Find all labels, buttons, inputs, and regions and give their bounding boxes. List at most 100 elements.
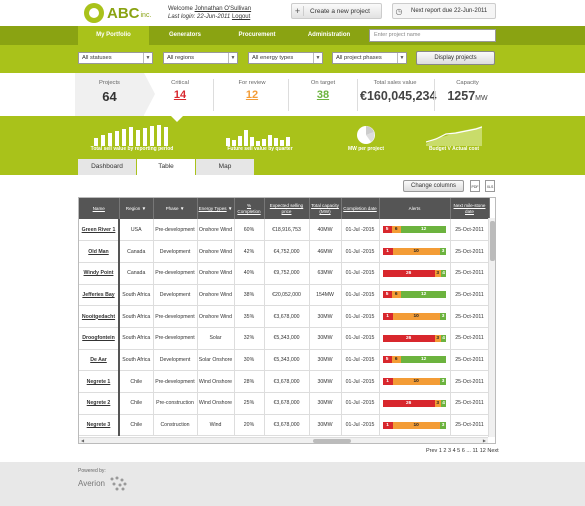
alert-critical[interactable]: 1 — [382, 378, 393, 386]
scroll-thumb[interactable] — [490, 221, 495, 261]
filter-icon[interactable]: ▼ — [180, 206, 185, 211]
alert-critical[interactable]: 26 — [382, 334, 435, 342]
alert-ontarget[interactable]: 12 — [400, 291, 447, 299]
stat-for-review[interactable]: For review 12 — [222, 73, 282, 116]
alert-review[interactable]: 6 — [391, 226, 401, 234]
alert-ontarget[interactable]: 3 — [439, 248, 447, 256]
alert-critical[interactable]: 5 — [382, 356, 392, 364]
logo[interactable]: ABC inc. — [84, 3, 151, 23]
alert-ontarget[interactable]: 4 — [440, 269, 447, 277]
scroll-thumb[interactable] — [313, 439, 351, 443]
table-row[interactable]: Droogfontein South Africa Pre-development S… — [79, 327, 490, 350]
region-select[interactable]: All regions ▼ — [163, 52, 238, 64]
col-header-name[interactable]: Name — [79, 198, 120, 219]
alert-bar[interactable]: 1 10 3 — [382, 313, 447, 321]
filter-icon[interactable]: ▼ — [228, 206, 233, 211]
alert-review[interactable]: 10 — [392, 378, 440, 386]
col-header-next[interactable]: Next mile-stone date — [450, 198, 490, 219]
alert-critical[interactable]: 5 — [382, 226, 392, 234]
status-select[interactable]: All statuses ▼ — [78, 52, 153, 64]
horizontal-scrollbar[interactable]: ◀ ▶ — [79, 437, 488, 443]
pdf-export-icon[interactable]: PDF — [470, 180, 480, 192]
scroll-left-icon[interactable]: ◀ — [81, 438, 84, 443]
project-name-link[interactable]: Green River 1 — [79, 219, 120, 242]
table-row[interactable]: Jefferies Bay South Africa Development Onsh… — [79, 284, 490, 307]
col-header-price[interactable]: Expected selling price — [264, 198, 310, 219]
budget-chart[interactable]: Budget V Actual cost — [424, 124, 484, 152]
alert-ontarget[interactable]: 12 — [400, 226, 447, 234]
col-header-date[interactable]: Completion date — [341, 198, 380, 219]
nav-administration[interactable]: Administration — [293, 26, 365, 45]
alert-review[interactable]: 6 — [391, 291, 401, 299]
user-name-link[interactable]: Johnathan O'Sullivan — [195, 6, 252, 12]
future-sell-chart[interactable]: Future sell value by quarter — [224, 124, 296, 152]
table-row[interactable]: Negrete 2 Chile Pre-construction Wind Onsho… — [79, 392, 490, 415]
alert-ontarget[interactable]: 3 — [439, 421, 447, 429]
project-name-link[interactable]: Nooitgedacht — [79, 305, 120, 328]
col-header-completion[interactable]: % Completion — [234, 198, 265, 219]
nav-my-portfolio[interactable]: My Portfolio — [78, 26, 149, 45]
project-name-link[interactable]: Negrete 3 — [79, 414, 120, 437]
table-row[interactable]: Windy Point Canada Pre-development Onshore … — [79, 262, 490, 285]
vertical-scrollbar[interactable] — [488, 218, 495, 437]
alert-critical[interactable]: 1 — [382, 421, 393, 429]
phase-select[interactable]: All project phases ▼ — [332, 52, 407, 64]
alert-bar[interactable]: 5 6 12 — [382, 226, 447, 234]
alert-critical[interactable]: 26 — [382, 269, 435, 277]
project-name-link[interactable]: Jefferies Bay — [79, 284, 120, 307]
scroll-right-icon[interactable]: ▶ — [483, 438, 486, 443]
pagination[interactable]: Prev 1 2 3 4 5 6 ... 11 12 Next — [426, 448, 499, 454]
table-row[interactable]: Negrete 1 Chile Pre-development Wind Onshor… — [79, 370, 490, 393]
energy-select[interactable]: All energy types ▼ — [248, 52, 323, 64]
alert-critical[interactable]: 26 — [382, 399, 435, 407]
alert-bar[interactable]: 1 10 3 — [382, 248, 447, 256]
alert-ontarget[interactable]: 12 — [400, 356, 447, 364]
mw-per-project-chart[interactable]: MW per project — [344, 124, 388, 152]
alert-bar[interactable]: 1 10 3 — [382, 378, 447, 386]
stat-on-target[interactable]: On target 38 — [294, 73, 352, 116]
alert-bar[interactable]: 26 3 4 — [382, 399, 447, 407]
display-projects-button[interactable]: Display projects — [416, 51, 495, 65]
project-search-input[interactable]: Enter project name — [369, 29, 496, 42]
create-project-button[interactable]: + Create a new project — [291, 3, 382, 19]
nav-generators[interactable]: Generators — [149, 26, 221, 45]
alert-review[interactable]: 10 — [392, 421, 440, 429]
averion-logo[interactable]: Averion — [78, 475, 128, 491]
change-columns-button[interactable]: Change columns — [403, 180, 464, 192]
col-header-phase[interactable]: Phase ▼ — [153, 198, 198, 219]
tab-dashboard[interactable]: Dashboard — [78, 159, 136, 175]
project-name-link[interactable]: Windy Point — [79, 262, 120, 285]
alert-bar[interactable]: 5 6 12 — [382, 291, 447, 299]
stat-critical[interactable]: Critical 14 — [155, 73, 205, 116]
alert-bar[interactable]: 26 3 4 — [382, 269, 447, 277]
tab-table[interactable]: Table — [137, 159, 195, 175]
project-name-link[interactable]: Droogfontein — [79, 327, 120, 350]
alert-bar[interactable]: 5 6 12 — [382, 356, 447, 364]
alert-ontarget[interactable]: 4 — [440, 399, 447, 407]
alert-review[interactable]: 10 — [392, 248, 440, 256]
project-name-link[interactable]: De Aar — [79, 349, 120, 372]
alert-ontarget[interactable]: 3 — [439, 378, 447, 386]
filter-icon[interactable]: ▼ — [142, 206, 147, 211]
table-row[interactable]: Nooitgedacht South Africa Pre-development O… — [79, 305, 490, 328]
table-row[interactable]: Negrete 3 Chile Construction Wind 20% €3,678,… — [79, 414, 490, 437]
alert-critical[interactable]: 5 — [382, 291, 392, 299]
total-sell-chart[interactable]: Total sell value by reporting period — [86, 124, 178, 152]
alert-ontarget[interactable]: 3 — [439, 313, 447, 321]
col-header-capacity[interactable]: Total capacity (MW) — [309, 198, 342, 219]
alert-ontarget[interactable]: 4 — [440, 334, 447, 342]
tab-map[interactable]: Map — [196, 159, 254, 175]
alert-bar[interactable]: 26 3 4 — [382, 334, 447, 342]
alert-bar[interactable]: 1 10 3 — [382, 421, 447, 429]
alert-critical[interactable]: 1 — [382, 248, 393, 256]
project-name-link[interactable]: Negrete 2 — [79, 392, 120, 415]
col-header-energy[interactable]: Energy Types ▼ — [197, 198, 235, 219]
nav-procurement[interactable]: Procurement — [221, 26, 293, 45]
col-header-region[interactable]: Region ▼ — [119, 198, 154, 219]
stat-projects[interactable]: Projects 64 — [75, 73, 144, 116]
table-row[interactable]: De Aar South Africa Development Solar Onsho… — [79, 349, 490, 372]
table-row[interactable]: Old Man Canada Development Onshore Wind 42% €… — [79, 240, 490, 263]
table-row[interactable]: Green River 1 USA Pre-development Onshore W… — [79, 219, 490, 242]
logout-link[interactable]: Logout — [232, 14, 250, 20]
project-name-link[interactable]: Negrete 1 — [79, 370, 120, 393]
